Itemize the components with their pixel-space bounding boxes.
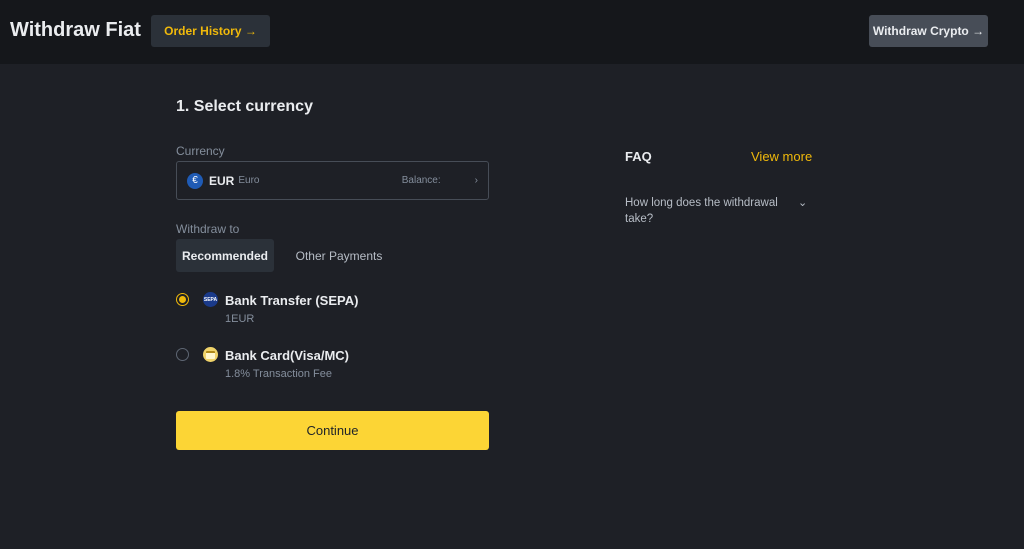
currency-select[interactable]: € EUR Euro Balance: › xyxy=(176,161,489,200)
card-icon xyxy=(203,347,218,362)
method-name-bank-transfer[interactable]: Bank Transfer (SEPA) xyxy=(225,293,358,308)
faq-question[interactable]: How long does the withdrawal take? xyxy=(625,195,790,227)
radio-bank-card[interactable] xyxy=(176,348,189,361)
method-sub-bank-card: 1.8% Transaction Fee xyxy=(225,368,333,380)
faq-title: FAQ xyxy=(625,149,652,164)
sepa-icon: SEPA xyxy=(203,292,218,307)
withdraw-to-label: Withdraw to xyxy=(176,222,240,236)
continue-button[interactable]: Continue xyxy=(176,411,489,450)
view-more-link[interactable]: View more xyxy=(751,149,812,164)
chevron-right-icon: › xyxy=(474,175,478,186)
euro-icon: € xyxy=(187,172,203,189)
currency-code: EUR xyxy=(209,173,235,188)
step-title: 1. Select currency xyxy=(176,98,313,115)
order-history-button[interactable]: Order History → xyxy=(151,15,270,47)
balance-label: Balance: xyxy=(401,175,441,186)
method-name-bank-card[interactable]: Bank Card(Visa/MC) xyxy=(225,348,349,363)
withdraw-crypto-button[interactable]: Withdraw Crypto → xyxy=(869,15,988,47)
currency-name: Euro xyxy=(238,175,260,186)
radio-bank-transfer[interactable] xyxy=(176,293,189,306)
tab-other-payments[interactable]: Other Payments xyxy=(283,239,395,272)
method-sub-bank-transfer: 1EUR xyxy=(225,313,255,325)
page-title: Withdraw Fiat xyxy=(10,19,141,41)
chevron-down-icon[interactable]: ⌄ xyxy=(798,196,807,209)
currency-label: Currency xyxy=(176,144,225,158)
tab-recommended[interactable]: Recommended xyxy=(176,239,274,272)
